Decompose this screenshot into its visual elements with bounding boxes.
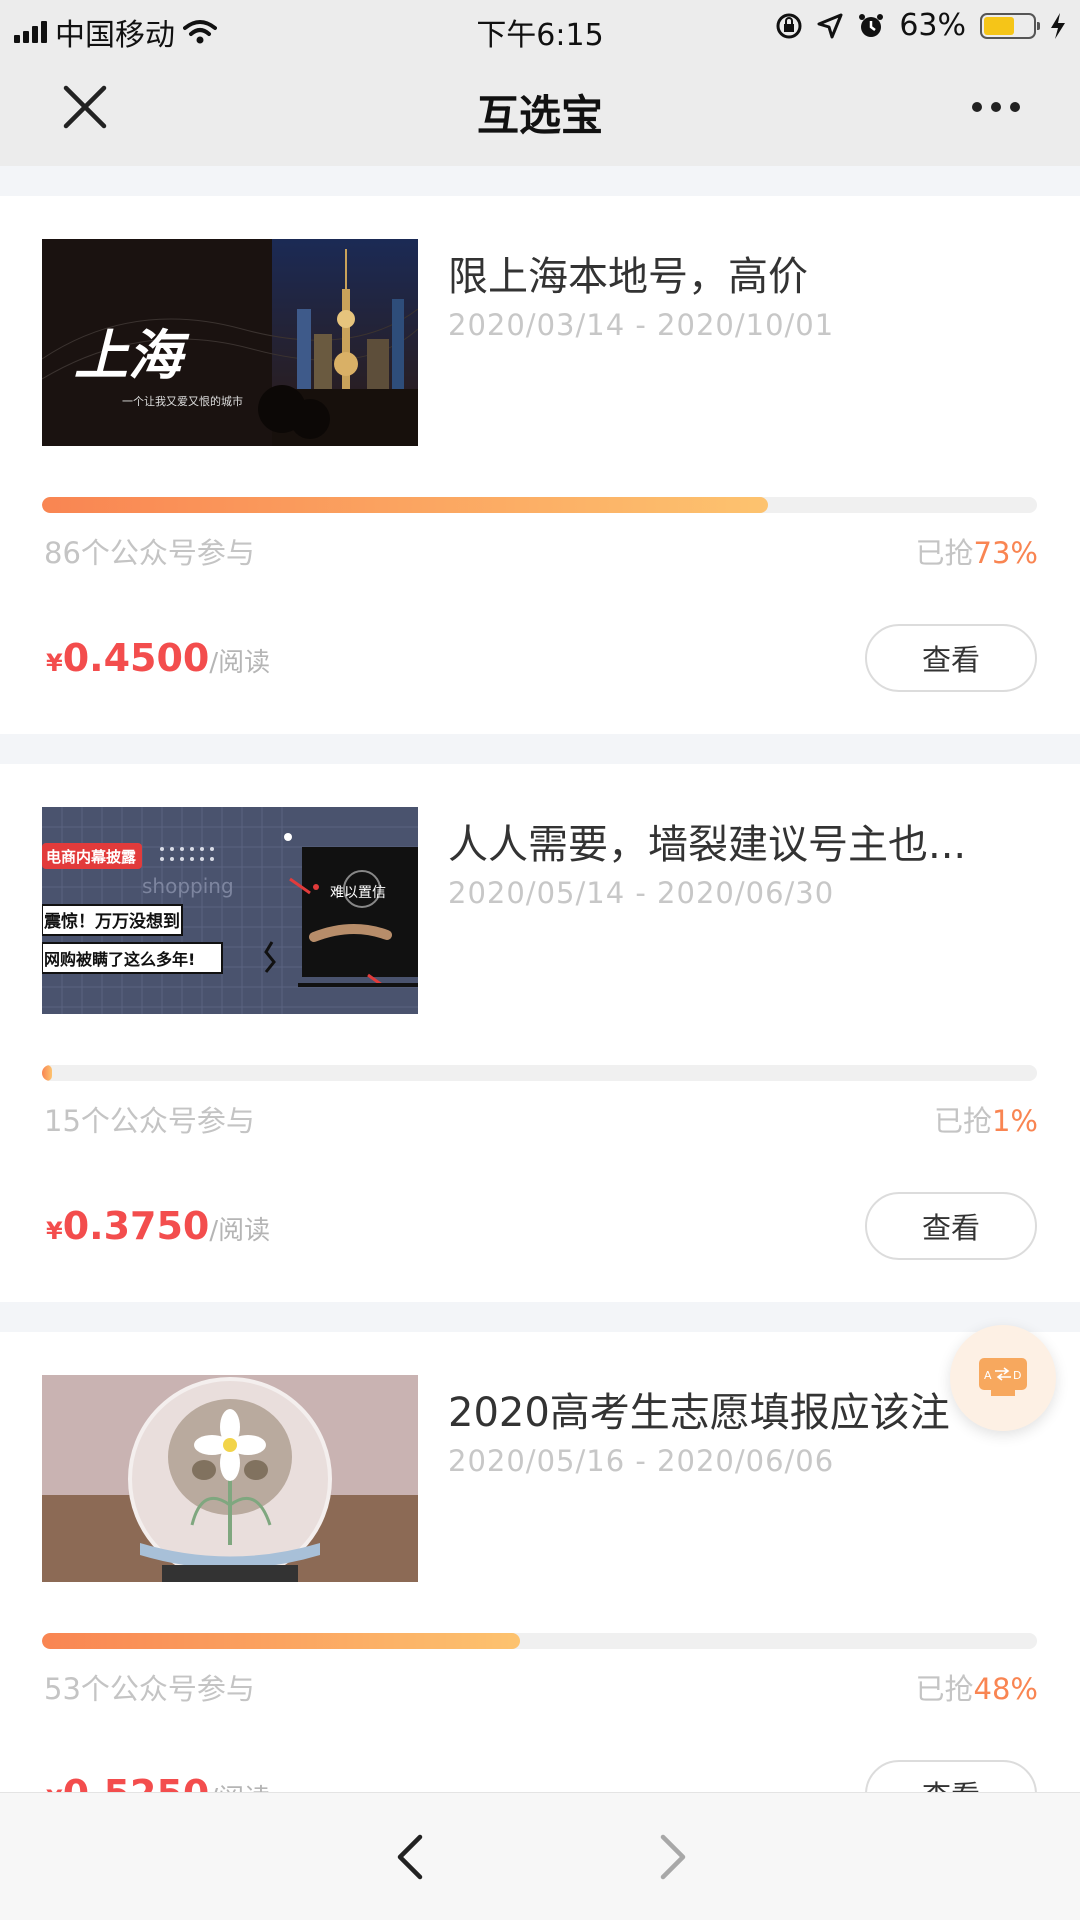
progress-bar (42, 1633, 1037, 1649)
rotation-lock-icon (776, 13, 802, 38)
grabbed-percent: 73% (973, 536, 1038, 570)
grabbed-status: 已抢73% (916, 530, 1038, 572)
price-value: 0.5250 (63, 1772, 210, 1792)
shanghai-image: 上海 一个让我又爱又恨的城市 (42, 239, 418, 446)
grabbed-percent: 48% (973, 1672, 1038, 1706)
grabbed-status: 已抢1% (934, 1098, 1038, 1140)
thumb-subtitle: 一个让我又爱又恨的城市 (122, 394, 243, 408)
svg-text:D: D (1013, 1369, 1021, 1382)
back-arrow-icon[interactable] (390, 1831, 430, 1883)
price-currency: ¥ (46, 649, 63, 677)
participants-count: 15个公众号参与 (44, 1104, 255, 1138)
participants-count: 86个公众号参与 (44, 536, 255, 570)
task-title[interactable]: 限上海本地号，高价 (448, 244, 988, 302)
task-date: 2020/05/14 - 2020/06/30 (448, 876, 835, 910)
task-card[interactable]: 电商内幕披露 shopping 震惊！万万没想到 网购被瞒了这么多年! 难以置信 (0, 764, 1080, 1302)
page-title: 互选宝 (476, 91, 603, 140)
grabbed-label: 已抢 (915, 1672, 974, 1706)
status-bar: 中国移动 下午6:15 63% (0, 0, 1080, 54)
forward-arrow-icon[interactable] (653, 1831, 693, 1883)
location-icon (817, 13, 843, 38)
task-thumbnail: 电商内幕披露 shopping 震惊！万万没想到 网购被瞒了这么多年! 难以置信 (42, 807, 418, 1014)
task-thumbnail (42, 1375, 418, 1582)
price: ¥0.3750/阅读 (46, 1204, 270, 1248)
price-currency: ¥ (46, 1217, 63, 1245)
more-dots-icon[interactable] (972, 102, 1020, 112)
thumb-tag: 电商内幕披露 (46, 848, 137, 866)
price-unit: /阅读 (209, 1784, 270, 1792)
progress-bar (42, 1065, 1037, 1081)
status-right: 63% (775, 8, 1066, 43)
translate-icon: A D (979, 1358, 1027, 1396)
task-card[interactable]: 上海 一个让我又爱又恨的城市 限上海本地号，高价 2020/03/14 - 20… (0, 196, 1080, 734)
progress-bar (42, 497, 1037, 513)
grabbed-percent: 1% (991, 1104, 1038, 1138)
battery-icon (980, 12, 1040, 39)
thumb-title: 上海 (74, 323, 190, 387)
price-unit: /阅读 (209, 648, 271, 678)
grabbed-label: 已抢 (933, 1104, 992, 1138)
price-value: 0.3750 (62, 1204, 210, 1248)
translate-button[interactable]: A D (950, 1325, 1056, 1431)
task-list[interactable]: 上海 一个让我又爱又恨的城市 限上海本地号，高价 2020/03/14 - 20… (0, 166, 1080, 1792)
battery-percent: 63% (899, 8, 966, 43)
progress-fill (42, 497, 769, 513)
snow-globe-image (42, 1375, 418, 1582)
charging-icon (1051, 12, 1065, 39)
task-date: 2020/05/16 - 2020/06/06 (448, 1444, 835, 1478)
view-button[interactable]: 查看 (865, 1192, 1037, 1260)
price-value: 0.4500 (62, 636, 210, 680)
progress-fill (42, 1065, 52, 1081)
thumb-line1: 震惊！万万没想到 (43, 911, 180, 932)
shopping-image: 电商内幕披露 shopping 震惊！万万没想到 网购被瞒了这么多年! 难以置信 (42, 807, 418, 1014)
price-unit: /阅读 (209, 1216, 271, 1246)
bottom-toolbar (0, 1792, 1080, 1920)
price: ¥0.5250/阅读 (46, 1772, 270, 1792)
alarm-icon (859, 13, 884, 37)
task-date: 2020/03/14 - 2020/10/01 (448, 308, 835, 342)
nav-bar: 互选宝 (0, 54, 1080, 166)
view-button[interactable]: 查看 (865, 624, 1037, 692)
price: ¥0.4500/阅读 (46, 636, 270, 680)
grabbed-status: 已抢48% (916, 1666, 1038, 1708)
progress-fill (42, 1633, 520, 1649)
thumb-line2: 网购被瞒了这么多年! (44, 950, 195, 969)
price-currency: ¥ (46, 1785, 63, 1792)
participants-count: 53个公众号参与 (44, 1672, 255, 1706)
svg-text:A: A (984, 1369, 992, 1382)
task-title[interactable]: 2020高考生志愿填报应该注 (448, 1380, 988, 1438)
task-card[interactable]: 2020高考生志愿填报应该注 2020/05/16 - 2020/06/06 5… (0, 1332, 1080, 1792)
grabbed-label: 已抢 (915, 536, 974, 570)
thumb-overlay: 难以置信 (330, 885, 386, 901)
thumb-word: shopping (142, 874, 234, 898)
task-title[interactable]: 人人需要，墙裂建议号主也... (448, 812, 988, 870)
view-button[interactable]: 查看 (865, 1760, 1037, 1792)
task-thumbnail: 上海 一个让我又爱又恨的城市 (42, 239, 418, 446)
